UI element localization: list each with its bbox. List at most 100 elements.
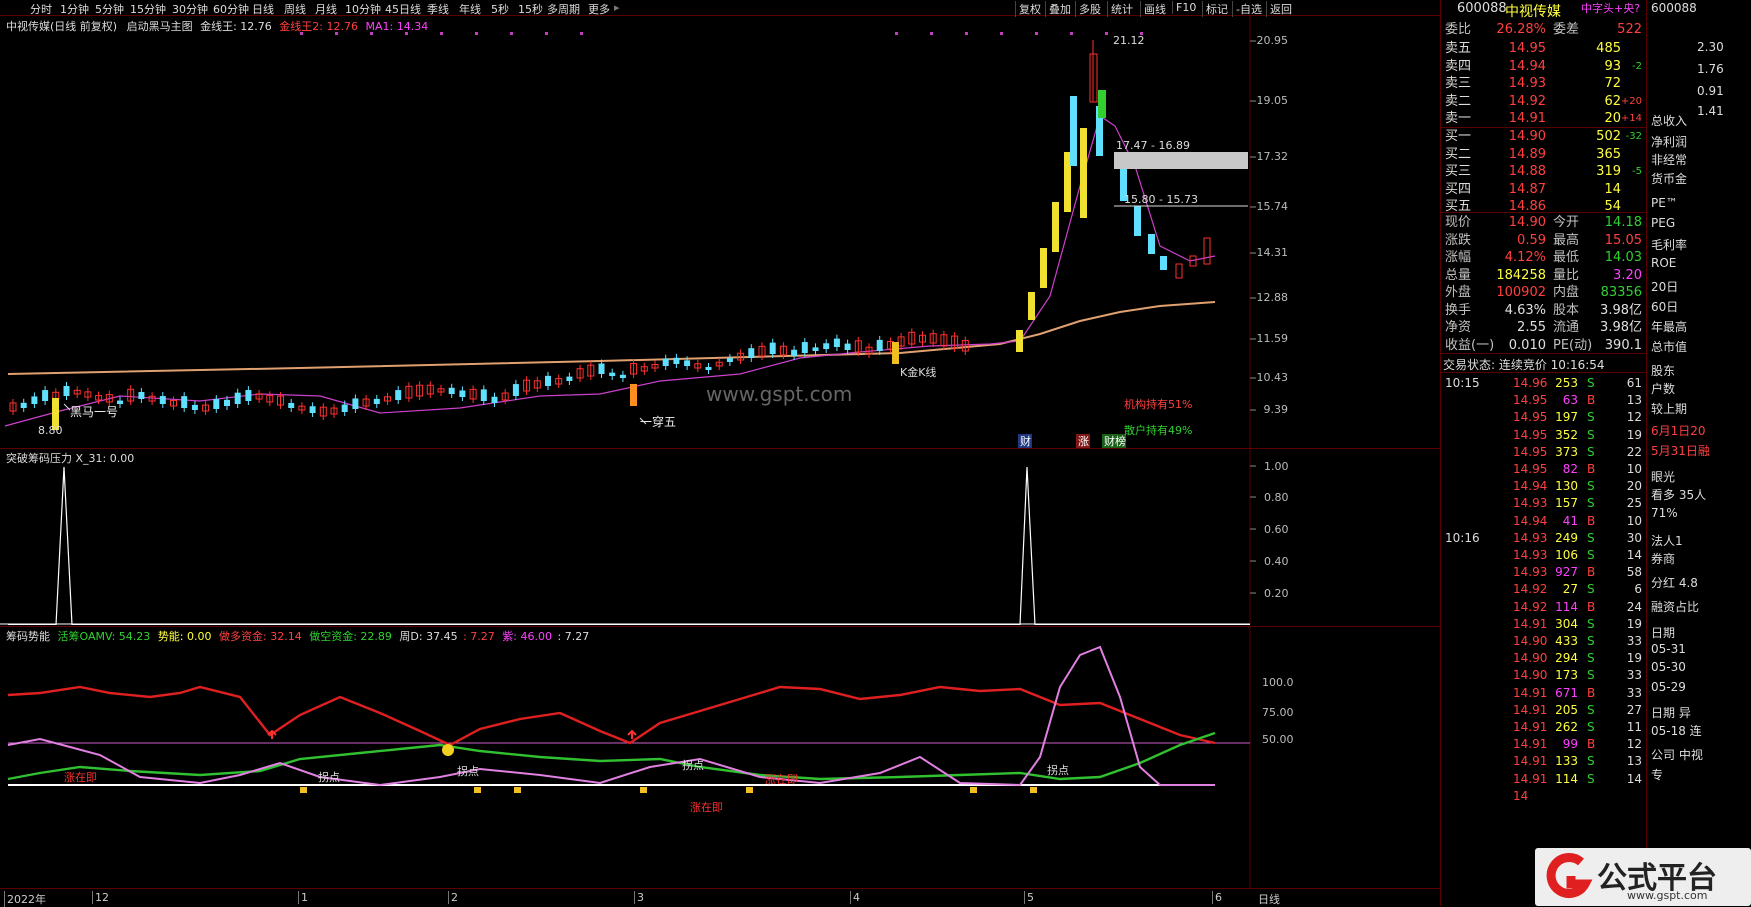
date-label: 6 xyxy=(1212,891,1222,904)
fr-item[interactable]: ROE xyxy=(1651,256,1676,270)
bid-row-label: 买二 xyxy=(1445,146,1472,162)
candle-body xyxy=(844,343,851,350)
fr-item[interactable]: 专 xyxy=(1651,766,1663,783)
tick-volume: 82 xyxy=(1562,462,1578,476)
ask-row-label: 卖五 xyxy=(1445,41,1472,56)
toolbar-button-5[interactable]: F10 xyxy=(1172,1,1196,14)
fr-item[interactable]: 05-31 xyxy=(1651,642,1686,656)
candlestick-chart[interactable]: 21.12 8.80 17.47 - 16.89 15.80 - 15.73 黑马一号一… xyxy=(0,16,1440,448)
weibi-value: 26.28% xyxy=(1496,22,1546,37)
price-tick-label: 17.32 xyxy=(1256,150,1289,163)
fr-item[interactable]: 股东 xyxy=(1651,362,1675,379)
tick-side: S xyxy=(1587,720,1595,734)
fr-item[interactable]: 5月31日融 xyxy=(1651,442,1710,459)
fr-item[interactable]: 71% xyxy=(1651,506,1678,520)
candle-body xyxy=(833,338,840,347)
period-tab-1[interactable]: 1分钟 xyxy=(60,1,89,17)
fr-item[interactable]: 总市值 xyxy=(1651,338,1687,355)
period-tab-0[interactable]: 分时 xyxy=(30,1,52,17)
chip-energy-chart[interactable]: 100.075.0050.00涨在即 拐点 拐点 拐点涨在即涨在即拐点 xyxy=(0,627,1440,889)
period-tab-15[interactable]: 多周期 xyxy=(547,1,580,17)
ask-row-delta: +14 xyxy=(1620,113,1642,124)
stat-row: 换手 4.63% 股本 3.98亿 xyxy=(1441,302,1646,320)
zi-line xyxy=(7,645,1215,787)
candle-body xyxy=(213,399,220,409)
candle-body xyxy=(373,398,380,404)
fr-item[interactable]: 05-30 xyxy=(1651,660,1686,674)
fr-item[interactable]: 05-29 xyxy=(1651,680,1686,694)
period-tab-12[interactable]: 年线 xyxy=(459,1,481,17)
tick-row: 14.91 304 S 19 xyxy=(1441,615,1646,633)
divider xyxy=(1441,353,1646,354)
tick-volume: 130 xyxy=(1555,479,1578,494)
fr-item[interactable]: 60日 xyxy=(1651,298,1678,315)
period-tab-6[interactable]: 日线 xyxy=(252,1,274,17)
fr-item[interactable]: 20日 xyxy=(1651,278,1678,295)
fr-item[interactable]: 05-18 连 xyxy=(1651,722,1702,739)
toolbar-button-2[interactable]: 多股 xyxy=(1075,1,1101,17)
bid-row-delta: -5 xyxy=(1632,166,1642,177)
tick-price: 14.92 xyxy=(1513,599,1548,614)
fr-item[interactable]: PE™ xyxy=(1651,196,1678,210)
fr-item[interactable]: PEG xyxy=(1651,216,1675,230)
fr-item[interactable]: 公司 中视 xyxy=(1651,746,1703,763)
signal-label: 涨在即 xyxy=(64,771,97,784)
more-arrow-icon[interactable]: ▸ xyxy=(614,1,620,14)
chip-pressure-chart[interactable]: 1.00 0.80 0.60 0.40 0.20 xyxy=(0,449,1440,625)
signal-candle xyxy=(1028,292,1035,320)
fr-item[interactable]: 净利润 xyxy=(1651,133,1687,150)
signal-label: 涨在即 xyxy=(690,801,723,814)
period-tab-9[interactable]: 10分钟 xyxy=(345,1,381,17)
signal-candle xyxy=(1080,128,1087,218)
hand-icon xyxy=(640,787,647,793)
fr-item[interactable]: 分红 4.8 xyxy=(1651,574,1698,591)
fr-item[interactable]: 日期 异 xyxy=(1651,704,1691,721)
period-tab-14[interactable]: 15秒 xyxy=(518,1,543,17)
ind1-tick-label: 0.40 xyxy=(1264,555,1289,568)
fr-item[interactable]: 看多 35人 xyxy=(1651,486,1706,503)
period-tab-4[interactable]: 30分钟 xyxy=(172,1,208,17)
period-tab-8[interactable]: 月线 xyxy=(315,1,337,17)
ind1-tick-label: 1.00 xyxy=(1264,460,1289,473)
fr-item[interactable]: 总收入 xyxy=(1651,112,1687,129)
period-tab-13[interactable]: 5秒 xyxy=(491,1,509,17)
fr-item[interactable]: 货币金 xyxy=(1651,170,1687,187)
tick-side: S xyxy=(1587,496,1595,511)
period-tab-3[interactable]: 15分钟 xyxy=(130,1,166,17)
candle-body xyxy=(801,342,808,353)
toolbar-button-0[interactable]: 复权 xyxy=(1015,1,1041,17)
period-tab-7[interactable]: 周线 xyxy=(284,1,306,17)
stock-code[interactable]: 600088 xyxy=(1457,1,1507,16)
period-tab-11[interactable]: 季线 xyxy=(427,1,449,17)
fr-item[interactable]: 日期 xyxy=(1651,624,1675,641)
toolbar-button-6[interactable]: 标记 xyxy=(1202,1,1228,17)
price-tick-label: 20.95 xyxy=(1256,34,1289,47)
period-tab-2[interactable]: 5分钟 xyxy=(95,1,124,17)
fr-item[interactable]: 法人1 xyxy=(1651,532,1683,549)
period-tab-5[interactable]: 60分钟 xyxy=(213,1,249,17)
fr-item[interactable]: 融资占比 xyxy=(1651,598,1699,615)
fr-item[interactable]: 非经常 xyxy=(1651,151,1687,168)
toolbar-button-1[interactable]: 叠加 xyxy=(1045,1,1071,17)
toolbar-button-3[interactable]: 统计 xyxy=(1107,1,1133,17)
tick-volume: 304 xyxy=(1555,616,1578,631)
toolbar-button-4[interactable]: 画线 xyxy=(1140,1,1166,17)
fr-item[interactable]: 户数 xyxy=(1651,380,1675,397)
stock-tag[interactable]: 中字头+央? xyxy=(1581,0,1640,16)
fr-item[interactable]: 券商 xyxy=(1651,550,1675,567)
stock-name[interactable]: 中视传媒 xyxy=(1505,1,1561,21)
candle-body xyxy=(1148,234,1155,254)
period-tab-10[interactable]: 45日线 xyxy=(385,1,421,17)
finance-panel: 600088 2.30 1.76 0.91 1.41 总收入 净利润 非经常 货币金 PE™ PEG… xyxy=(1646,0,1751,906)
fr-item[interactable]: 6月1日20 xyxy=(1651,422,1706,439)
toolbar-button-8[interactable]: 返回 xyxy=(1266,1,1292,17)
toolbar-button-7[interactable]: -自选 xyxy=(1232,1,1262,17)
fr-item[interactable]: 年最高 xyxy=(1651,318,1687,335)
stat-value2: 14.03 xyxy=(1604,250,1642,265)
tick-volume: 133 xyxy=(1555,754,1578,769)
period-tab-16[interactable]: 更多 xyxy=(588,1,610,17)
fr-item[interactable]: 毛利率 xyxy=(1651,236,1687,253)
tick-row: 14.93 927 B 58 xyxy=(1441,563,1646,581)
fr-item[interactable]: 较上期 xyxy=(1651,400,1687,417)
fr-item[interactable]: 眼光 xyxy=(1651,468,1675,485)
